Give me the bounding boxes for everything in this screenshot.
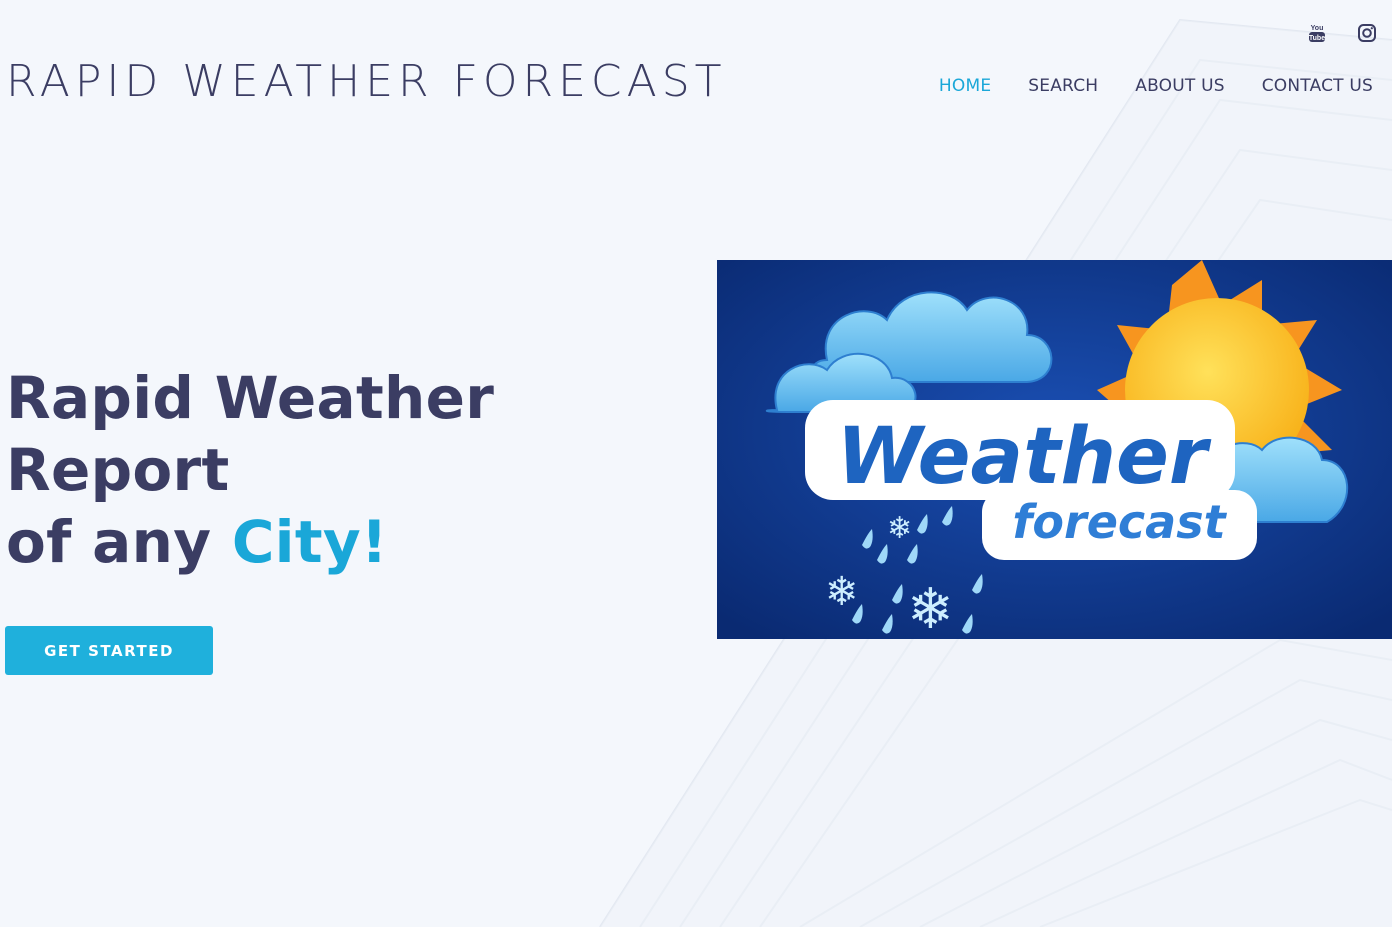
svg-text:Tube: Tube xyxy=(1309,35,1325,42)
svg-text:❄: ❄ xyxy=(907,577,954,639)
social-links: You Tube xyxy=(1306,22,1378,44)
site-title[interactable]: RAPID WEATHER FORECAST xyxy=(6,56,727,107)
nav-about-us[interactable]: ABOUT US xyxy=(1135,76,1224,96)
svg-text:❄: ❄ xyxy=(825,569,859,615)
youtube-icon: You Tube xyxy=(1309,25,1325,42)
image-text-main: Weather xyxy=(837,412,1212,502)
main-nav: HOME SEARCH ABOUT US CONTACT US xyxy=(939,76,1373,96)
instagram-link[interactable] xyxy=(1356,22,1378,44)
hero-line-3-accent: City! xyxy=(231,508,388,576)
youtube-link[interactable]: You Tube xyxy=(1306,22,1328,44)
svg-text:❄: ❄ xyxy=(887,511,912,546)
hero-line-2: Report xyxy=(6,436,230,504)
hero-line-3-prefix: of any xyxy=(6,508,232,576)
nav-home[interactable]: HOME xyxy=(939,76,991,96)
nav-search[interactable]: SEARCH xyxy=(1028,76,1098,96)
get-started-button[interactable]: GET STARTED xyxy=(5,626,213,675)
svg-text:You: You xyxy=(1311,25,1324,32)
hero-line-1: Rapid Weather xyxy=(6,364,495,432)
weather-forecast-image: Weather forecast ❄ ❄ ❄ xyxy=(717,260,1392,639)
hero-heading: Rapid Weather Report of any City! xyxy=(6,362,494,578)
nav-contact-us[interactable]: CONTACT US xyxy=(1262,76,1373,96)
instagram-icon xyxy=(1358,24,1376,42)
image-text-sub: forecast xyxy=(1012,495,1227,549)
